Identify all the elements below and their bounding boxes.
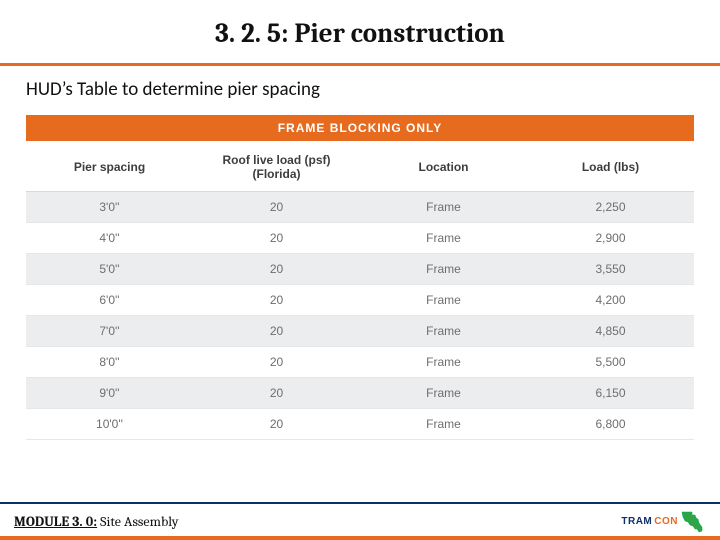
slide-title: 3. 2. 5: Pier construction	[0, 18, 720, 49]
cell: 9'0''	[26, 378, 193, 409]
cell: 5'0''	[26, 254, 193, 285]
cell: 20	[193, 192, 360, 223]
module-prefix: MODULE 3. 0:	[14, 513, 97, 530]
col-header: Location	[360, 143, 527, 192]
cell: 20	[193, 347, 360, 378]
cell: 2,250	[527, 192, 694, 223]
cell: 4'0''	[26, 223, 193, 254]
table-row: 10'0'' 20 Frame 6,800	[26, 409, 694, 440]
florida-icon	[680, 509, 706, 533]
cell: 6,150	[527, 378, 694, 409]
cell: 4,200	[527, 285, 694, 316]
cell: 3,550	[527, 254, 694, 285]
table-header-row: Pier spacing Roof live load (psf) (Flori…	[26, 143, 694, 192]
cell: 4,850	[527, 316, 694, 347]
module-label: MODULE 3. 0: Site Assembly	[14, 513, 179, 530]
cell: 20	[193, 254, 360, 285]
data-table: Pier spacing Roof live load (psf) (Flori…	[26, 143, 694, 440]
logo: TRAMCON	[621, 509, 706, 533]
cell: 7'0''	[26, 316, 193, 347]
cell: 20	[193, 409, 360, 440]
col-header: Load (lbs)	[527, 143, 694, 192]
cell: 20	[193, 285, 360, 316]
table-row: 4'0'' 20 Frame 2,900	[26, 223, 694, 254]
cell: 20	[193, 223, 360, 254]
col-header: Pier spacing	[26, 143, 193, 192]
cell: Frame	[360, 347, 527, 378]
content-area: HUD’s Table to determine pier spacing FR…	[0, 66, 720, 540]
slide: 3. 2. 5: Pier construction HUD’s Table t…	[0, 0, 720, 540]
footer-bar: MODULE 3. 0: Site Assembly TRAMCON	[0, 502, 720, 536]
module-suffix: Site Assembly	[97, 513, 178, 530]
table-row: 7'0'' 20 Frame 4,850	[26, 316, 694, 347]
table-row: 5'0'' 20 Frame 3,550	[26, 254, 694, 285]
subtitle: HUD’s Table to determine pier spacing	[26, 78, 694, 101]
cell: 8'0''	[26, 347, 193, 378]
cell: 3'0''	[26, 192, 193, 223]
table-row: 3'0'' 20 Frame 2,250	[26, 192, 694, 223]
table-row: 9'0'' 20 Frame 6,150	[26, 378, 694, 409]
cell: 2,900	[527, 223, 694, 254]
cell: Frame	[360, 192, 527, 223]
cell: Frame	[360, 409, 527, 440]
table-banner: FRAME BLOCKING ONLY	[26, 115, 694, 143]
cell: Frame	[360, 378, 527, 409]
table-row: 6'0'' 20 Frame 4,200	[26, 285, 694, 316]
col-header: Roof live load (psf) (Florida)	[193, 143, 360, 192]
cell: 10'0''	[26, 409, 193, 440]
cell: 6,800	[527, 409, 694, 440]
footer: MODULE 3. 0: Site Assembly TRAMCON	[0, 502, 720, 540]
cell: Frame	[360, 316, 527, 347]
cell: 20	[193, 316, 360, 347]
cell: Frame	[360, 254, 527, 285]
cell: 20	[193, 378, 360, 409]
cell: Frame	[360, 285, 527, 316]
cell: 5,500	[527, 347, 694, 378]
cell: Frame	[360, 223, 527, 254]
cell: 6'0''	[26, 285, 193, 316]
logo-text-b: CON	[654, 516, 678, 527]
footer-underline	[0, 536, 720, 540]
logo-text-a: TRAM	[621, 516, 652, 527]
title-area: 3. 2. 5: Pier construction	[0, 0, 720, 57]
pier-spacing-table: FRAME BLOCKING ONLY Pier spacing Roof li…	[26, 115, 694, 440]
table-row: 8'0'' 20 Frame 5,500	[26, 347, 694, 378]
